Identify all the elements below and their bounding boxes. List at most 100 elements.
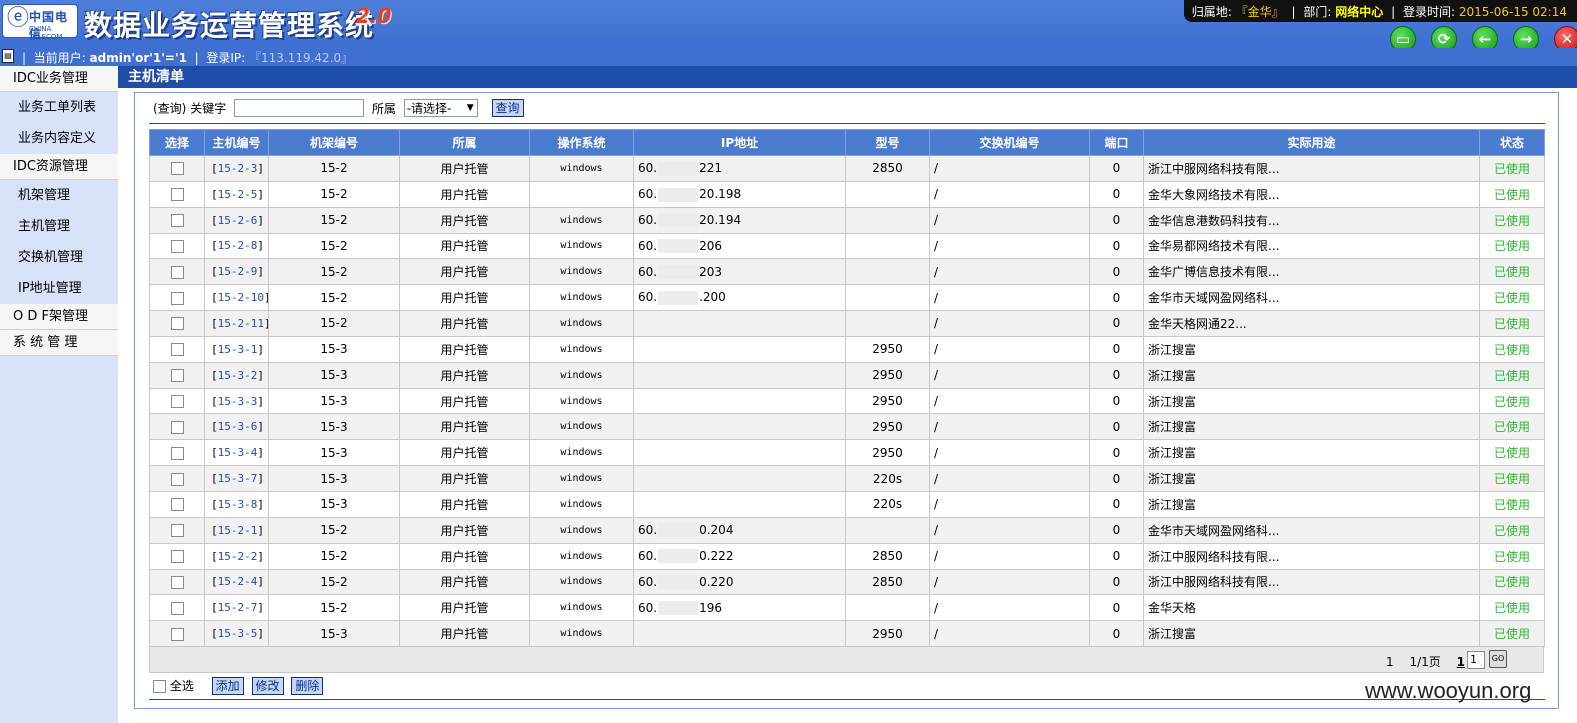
- row-checkbox[interactable]: [170, 446, 184, 460]
- table-row[interactable]: [15-3-1] 15-3 用户托管 windows 2950/0 浙江搜富 已使用: [149, 335, 1545, 363]
- ip-cell: 60. 203: [633, 258, 846, 286]
- table-row[interactable]: [15-3-7] 15-3 用户托管 windows 220s/0 浙江搜富 已使用: [149, 465, 1545, 492]
- sidebar-group-idc-resources[interactable]: IDC资源管理: [0, 154, 118, 180]
- delete-button[interactable]: 删除: [291, 677, 324, 695]
- table-row[interactable]: [15-2-7] 15-2 用户托管 windows 60. 196 /0 金华天格 已使用: [149, 594, 1545, 622]
- row-select-cell: [149, 232, 205, 260]
- bulk-actions: 全选 添加 修改 删除: [153, 677, 324, 695]
- table-row[interactable]: [15-2-1] 15-2 用户托管 windows 60. 0.204 /0 金华市天域网盈…: [149, 516, 1545, 544]
- host-number-cell: [15-3-2]: [204, 361, 269, 389]
- row-checkbox[interactable]: [170, 498, 184, 512]
- host-number-link[interactable]: 15-2-1: [218, 524, 258, 537]
- table-row[interactable]: [15-3-6] 15-3 用户托管 windows 2950/0 浙江搜富 已使用: [149, 413, 1545, 441]
- table-row[interactable]: [15-3-8] 15-3 用户托管 windows 220s/0 浙江搜富 已使用: [149, 490, 1545, 518]
- row-checkbox[interactable]: [170, 317, 184, 331]
- keyword-input[interactable]: [234, 99, 365, 117]
- sidebar-group-odf[interactable]: O D F架管理: [0, 304, 118, 330]
- row-checkbox[interactable]: [170, 550, 184, 564]
- select-all-checkbox[interactable]: [153, 680, 166, 693]
- table-row[interactable]: [15-3-2] 15-3 用户托管 windows 2950/0 浙江搜富 已使用: [149, 361, 1545, 389]
- host-number-link[interactable]: 15-2-10: [218, 291, 264, 304]
- table-row[interactable]: [15-2-9] 15-2 用户托管 windows 60. 203 /0 金华广博信息技术有…: [149, 258, 1545, 286]
- host-number-link[interactable]: 15-2-2: [218, 550, 258, 563]
- row-checkbox[interactable]: [170, 214, 184, 228]
- page-link-1[interactable]: 1: [1457, 655, 1465, 669]
- host-number-link[interactable]: 15-3-4: [218, 446, 258, 459]
- row-checkbox[interactable]: [170, 472, 184, 486]
- sidebar-item-ip-management[interactable]: IP地址管理: [0, 273, 118, 304]
- sidebar-group-idc-business[interactable]: IDC业务管理: [0, 66, 118, 92]
- row-checkbox[interactable]: [170, 239, 184, 253]
- edit-button[interactable]: 修改: [251, 677, 284, 695]
- row-select-cell: [149, 258, 205, 286]
- table-row[interactable]: [15-2-11]15-2用户托管windows /0金华天格网通22...已使用: [149, 310, 1545, 337]
- status-badge: 已使用: [1479, 490, 1545, 518]
- row-checkbox[interactable]: [170, 601, 184, 615]
- host-number-link[interactable]: 15-3-2: [218, 369, 258, 382]
- status-badge: 已使用: [1479, 620, 1545, 648]
- row-select-cell: [149, 542, 205, 570]
- table-row[interactable]: [15-2-5] 15-2 用户托管 60. 20.198 /0 金华大象网络技术有限...…: [149, 180, 1545, 208]
- host-number-link[interactable]: 15-2-6: [218, 214, 258, 227]
- host-number-link[interactable]: 15-2-11: [218, 317, 264, 330]
- owner-select[interactable]: -请选择- ▼: [403, 99, 478, 117]
- ip-cell: [633, 620, 846, 648]
- table-row[interactable]: [15-2-2] 15-2 用户托管 windows 60. 0.222 2850/0 浙江中…: [149, 542, 1545, 570]
- host-number-link[interactable]: 15-3-8: [218, 498, 258, 511]
- sidebar-item-work-orders[interactable]: 业务工单列表: [0, 92, 118, 123]
- row-checkbox[interactable]: [170, 395, 184, 409]
- sidebar-item-host-management[interactable]: 主机管理: [0, 211, 118, 242]
- logo-en-text: CHINA TELECOM: [29, 25, 63, 41]
- host-number-link[interactable]: 15-3-3: [218, 395, 258, 408]
- table-row[interactable]: [15-2-4] 15-2 用户托管 windows 60. 0.220 2850/0 浙江中…: [149, 568, 1545, 596]
- model-cell: [845, 594, 930, 622]
- table-row[interactable]: [15-2-6] 15-2 用户托管 windows 60. 20.194 /0 金华信息港数…: [149, 206, 1545, 234]
- host-number-link[interactable]: 15-2-7: [218, 601, 258, 614]
- row-checkbox[interactable]: [170, 524, 184, 538]
- os-cell: windows: [529, 620, 634, 648]
- sidebar-item-switch-management[interactable]: 交换机管理: [0, 242, 118, 273]
- page-number-input[interactable]: 1: [1467, 651, 1485, 669]
- column-header: IP地址: [633, 129, 846, 156]
- table-row[interactable]: [15-2-3] 15-2 用户托管 windows 60. 221 2850/0 浙江中服网…: [149, 155, 1545, 182]
- row-checkbox[interactable]: [170, 291, 184, 305]
- table-row[interactable]: [15-2-10]15-2用户托管windows60..200 /0金华市天域网盈…: [149, 284, 1545, 312]
- host-number-link[interactable]: 15-3-5: [218, 627, 258, 640]
- host-number-link[interactable]: 15-3-1: [218, 343, 258, 356]
- row-checkbox[interactable]: [170, 162, 184, 176]
- table-row[interactable]: [15-2-8] 15-2 用户托管 windows 60. 206 /0 金华易都网络技术有…: [149, 232, 1545, 260]
- sidebar-group-system[interactable]: 系 统 管 理: [0, 330, 118, 356]
- row-checkbox[interactable]: [170, 575, 184, 589]
- host-number-link[interactable]: 15-3-7: [218, 472, 258, 485]
- query-button[interactable]: 查询: [491, 99, 524, 117]
- add-button[interactable]: 添加: [211, 677, 244, 695]
- sidebar-item-content-definition[interactable]: 业务内容定义: [0, 123, 118, 154]
- go-button[interactable]: GO: [1489, 650, 1507, 668]
- refresh-icon: ⟳: [1437, 30, 1451, 48]
- row-checkbox[interactable]: [170, 265, 184, 279]
- host-number-link[interactable]: 15-2-5: [218, 188, 258, 201]
- table-row[interactable]: [15-3-3] 15-3 用户托管 windows 2950/0 浙江搜富 已使用: [149, 387, 1545, 415]
- row-checkbox[interactable]: [170, 420, 184, 434]
- model-cell: [845, 206, 930, 234]
- sidebar-item-rack-management[interactable]: 机架管理: [0, 180, 118, 211]
- ip-cell: 60. 0.204: [633, 516, 846, 544]
- ip-cell: 60. 196: [633, 594, 846, 622]
- owner-cell: 用户托管: [399, 180, 530, 208]
- table-row[interactable]: [15-3-5] 15-3 用户托管 windows 2950/0 浙江搜富 已使用: [149, 620, 1545, 648]
- host-number-link[interactable]: 15-2-8: [218, 239, 258, 252]
- host-number-link[interactable]: 15-3-6: [218, 420, 258, 433]
- host-number-link[interactable]: 15-2-3: [218, 162, 258, 175]
- row-checkbox[interactable]: [170, 343, 184, 357]
- port-cell: 0: [1089, 387, 1144, 415]
- host-number-link[interactable]: 15-2-9: [218, 265, 258, 278]
- row-checkbox[interactable]: [170, 188, 184, 202]
- host-number-link[interactable]: 15-2-4: [218, 575, 258, 588]
- switch-cell: /: [929, 465, 1090, 492]
- os-cell: windows: [529, 155, 634, 182]
- row-checkbox[interactable]: [170, 627, 184, 641]
- switch-cell: /: [929, 206, 1090, 234]
- row-checkbox[interactable]: [170, 369, 184, 383]
- table-row[interactable]: [15-3-4] 15-3 用户托管 windows 2950/0 浙江搜富 已使用: [149, 439, 1545, 467]
- os-cell: windows: [529, 413, 634, 441]
